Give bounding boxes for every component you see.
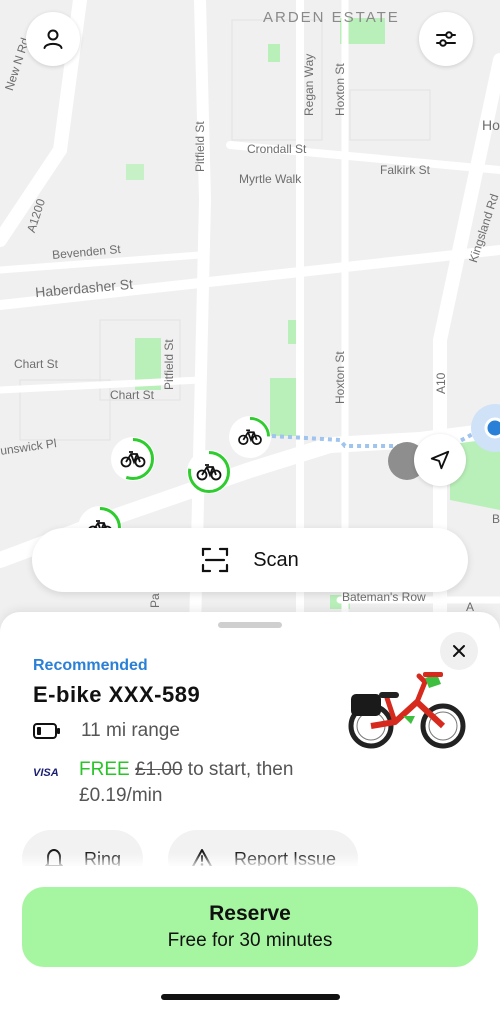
sliders-icon [436, 31, 456, 47]
price-text: FREE £1.00 to start, then £0.19/min [79, 757, 349, 809]
district-label: ARDEN ESTATE [263, 9, 400, 26]
street-label: Ho [482, 117, 500, 133]
park [270, 378, 300, 436]
bike-marker[interactable] [111, 437, 155, 481]
person-icon [43, 29, 63, 49]
bicycle-icon [229, 416, 271, 458]
street-label: Bateman's Row [342, 590, 426, 604]
ebike-image [348, 672, 466, 749]
battery-icon [33, 723, 60, 739]
bike-marker[interactable] [187, 450, 231, 494]
close-icon [453, 645, 465, 657]
street-label: Pitfield St [162, 339, 176, 390]
street-label: Pitfield St [193, 121, 207, 172]
street-label: Pa [148, 593, 162, 608]
current-location-dot [484, 417, 500, 439]
street-label: A10 [434, 372, 448, 394]
street-label: B [492, 512, 500, 526]
price-original: £1.00 [134, 759, 183, 780]
street-label: Chart St [14, 357, 59, 371]
bike-marker[interactable] [229, 416, 271, 458]
range-row: 11 mi range [33, 720, 180, 742]
recommended-label: Recommended [33, 657, 148, 674]
navigation-arrow-icon [430, 450, 450, 470]
street-label: Falkirk St [380, 163, 431, 177]
profile-button[interactable] [26, 12, 80, 66]
street-label: Myrtle Walk [239, 172, 302, 186]
park [268, 44, 280, 62]
street-label: Chart St [110, 388, 155, 402]
bicycle-icon [188, 451, 230, 493]
scan-frame-icon [202, 547, 229, 573]
home-indicator [161, 994, 340, 1000]
street-label: Regan Way [302, 53, 316, 116]
scan-button[interactable]: Scan [32, 528, 468, 592]
street-label: Crondall St [247, 142, 307, 156]
sheet-grabber[interactable] [218, 622, 282, 628]
filters-button[interactable] [419, 12, 473, 66]
bike-name: E-bike XXX-589 [33, 682, 201, 707]
price-free: FREE [79, 759, 130, 780]
park [126, 164, 144, 180]
price-row: VISA FREE £1.00 to start, then £0.19/min [33, 757, 349, 809]
reserve-label: Reserve [209, 902, 291, 925]
locate-button[interactable] [414, 434, 466, 486]
street-label: Hoxton St [333, 351, 347, 404]
scan-label: Scan [253, 548, 299, 571]
street-label: Hoxton St [333, 63, 347, 116]
close-button[interactable] [440, 632, 478, 670]
range-text: 11 mi range [81, 720, 180, 741]
visa-icon: VISA [33, 767, 59, 779]
reserve-button[interactable]: Reserve Free for 30 minutes [22, 887, 478, 967]
reserve-sublabel: Free for 30 minutes [167, 930, 333, 951]
bicycle-icon [112, 438, 154, 480]
